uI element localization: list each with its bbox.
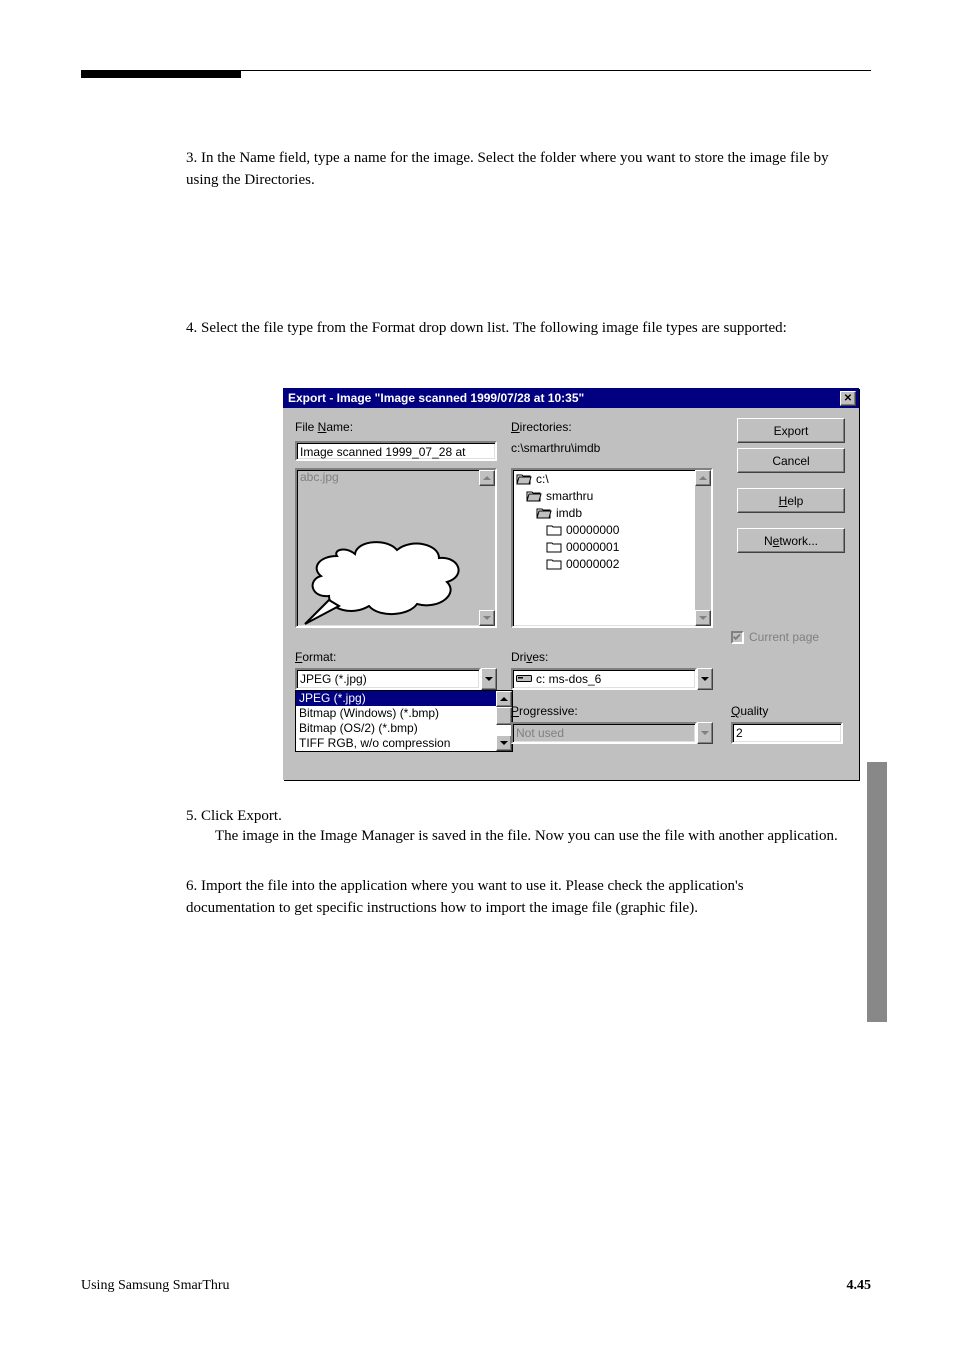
dir-path: c:\smarthru\imdb bbox=[511, 441, 600, 455]
side-tab bbox=[867, 762, 887, 1022]
scroll-up-icon bbox=[479, 470, 495, 486]
folder-icon bbox=[546, 557, 562, 570]
directory-item-label: c:\ bbox=[536, 472, 549, 486]
progressive-select: Not used bbox=[511, 722, 713, 744]
directory-item-label: 00000002 bbox=[566, 557, 619, 571]
directory-item-label: 00000001 bbox=[566, 540, 619, 554]
directory-item[interactable]: 00000000 bbox=[513, 521, 711, 538]
format-dropdown-list[interactable]: JPEG (*.jpg) Bitmap (Windows) (*.bmp) Bi… bbox=[295, 690, 513, 752]
current-page-label: Current page bbox=[749, 630, 819, 644]
directory-item[interactable]: 00000002 bbox=[513, 555, 711, 572]
cancel-button[interactable]: Cancel bbox=[737, 448, 845, 473]
folder-open-icon bbox=[526, 489, 542, 502]
body-paragraph-5: 6. Import the file into the application … bbox=[186, 876, 836, 920]
scroll-track bbox=[479, 486, 495, 610]
file-listbox[interactable]: abc.jpg bbox=[295, 468, 497, 628]
chevron-down-icon[interactable] bbox=[481, 668, 497, 690]
filename-input[interactable]: Image scanned 1999_07_28 at bbox=[295, 441, 497, 461]
directory-listbox[interactable]: c:\ smarthru imdb 00000000 00000001 00000002 bbox=[511, 468, 713, 628]
quality-label: Quality bbox=[731, 704, 768, 718]
directory-item[interactable]: c:\ bbox=[513, 470, 711, 487]
scroll-up-icon bbox=[695, 470, 711, 486]
format-select[interactable]: JPEG (*.jpg) bbox=[295, 668, 497, 690]
header-black-bar bbox=[81, 70, 241, 78]
drive-value: c: ms-dos_6 bbox=[536, 672, 601, 686]
folder-icon bbox=[546, 540, 562, 553]
format-label: Format: bbox=[295, 650, 336, 664]
chevron-down-icon[interactable] bbox=[697, 668, 713, 690]
drive-icon bbox=[516, 673, 532, 686]
current-page-checkbox: Current page bbox=[731, 630, 819, 644]
page-footer: Using Samsung SmarThru 4.45 bbox=[81, 1278, 871, 1294]
dropdown-scrollbar[interactable] bbox=[496, 691, 512, 751]
directory-item-label: 00000000 bbox=[566, 523, 619, 537]
directory-item[interactable]: imdb bbox=[513, 504, 711, 521]
scroll-down-icon bbox=[695, 610, 711, 626]
footer-left: Using Samsung SmarThru bbox=[81, 1278, 230, 1294]
scroll-thumb[interactable] bbox=[496, 707, 512, 725]
help-button[interactable]: Help bbox=[737, 488, 845, 513]
quality-input[interactable]: 2 bbox=[731, 722, 843, 744]
directory-item[interactable]: 00000001 bbox=[513, 538, 711, 555]
export-dialog: Export - Image "Image scanned 1999/07/28… bbox=[283, 388, 859, 780]
filename-label: File Name: bbox=[295, 420, 353, 434]
directories-label: Directories: bbox=[511, 420, 572, 434]
format-option[interactable]: Bitmap (Windows) (*.bmp) bbox=[296, 706, 512, 721]
folder-open-icon bbox=[536, 506, 552, 519]
body-paragraph-3: 5. Click Export. bbox=[186, 806, 836, 828]
file-list-item: abc.jpg bbox=[297, 470, 495, 485]
format-option[interactable]: JPEG (*.jpg) bbox=[296, 691, 512, 706]
body-paragraph-4: The image in the Image Manager is saved … bbox=[215, 826, 865, 848]
dialog-title: Export - Image "Image scanned 1999/07/28… bbox=[288, 391, 840, 405]
scroll-down-icon bbox=[479, 610, 495, 626]
body-paragraph-2: 4. Select the file type from the Format … bbox=[186, 318, 836, 340]
chevron-down-icon bbox=[697, 722, 713, 744]
drives-label: Drives: bbox=[511, 650, 548, 664]
cloud-callout-icon bbox=[299, 516, 479, 626]
format-option[interactable]: TIFF RGB, w/o compression bbox=[296, 736, 512, 751]
directory-item[interactable]: smarthru bbox=[513, 487, 711, 504]
progressive-label: Progressive: bbox=[511, 704, 578, 718]
format-option[interactable]: Bitmap (OS/2) (*.bmp) bbox=[296, 721, 512, 736]
directory-item-label: smarthru bbox=[546, 489, 593, 503]
close-icon[interactable]: ✕ bbox=[840, 391, 856, 406]
titlebar: Export - Image "Image scanned 1999/07/28… bbox=[283, 388, 859, 408]
folder-icon bbox=[546, 523, 562, 536]
directory-item-label: imdb bbox=[556, 506, 582, 520]
scroll-track bbox=[695, 486, 711, 610]
export-button[interactable]: Export bbox=[737, 418, 845, 443]
drives-select[interactable]: c: ms-dos_6 bbox=[511, 668, 713, 690]
body-paragraph-1: 3. In the Name field, type a name for th… bbox=[186, 148, 836, 192]
scroll-down-icon[interactable] bbox=[496, 735, 512, 751]
footer-right: 4.45 bbox=[847, 1278, 872, 1294]
network-button[interactable]: Network... bbox=[737, 528, 845, 553]
folder-open-icon bbox=[516, 472, 532, 485]
scroll-up-icon[interactable] bbox=[496, 691, 512, 707]
